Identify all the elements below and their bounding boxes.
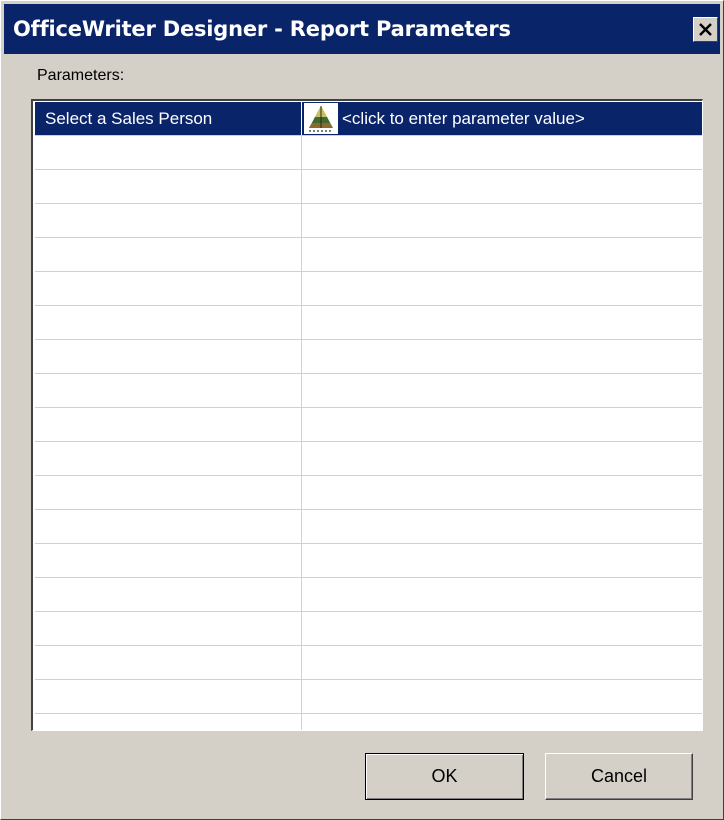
pyramid-parameter-icon[interactable]	[304, 103, 338, 134]
parameter-name-cell[interactable]	[35, 612, 302, 645]
empty-parameter-row[interactable]	[35, 612, 702, 646]
empty-parameter-row[interactable]	[35, 306, 702, 340]
empty-parameter-row[interactable]	[35, 238, 702, 272]
parameter-value-cell[interactable]	[302, 340, 702, 373]
parameter-name-cell[interactable]	[35, 306, 302, 339]
parameter-name-cell[interactable]	[35, 408, 302, 441]
parameter-value-cell[interactable]	[302, 612, 702, 645]
parameter-name-cell[interactable]	[35, 510, 302, 543]
parameter-value: <click to enter parameter value>	[342, 109, 585, 128]
close-icon	[699, 23, 712, 36]
parameter-name-cell[interactable]	[35, 442, 302, 475]
parameter-name-cell[interactable]	[35, 204, 302, 237]
parameter-name-cell[interactable]	[35, 238, 302, 271]
parameter-value-cell[interactable]	[302, 204, 702, 237]
empty-parameter-row[interactable]	[35, 374, 702, 408]
report-parameters-dialog: OfficeWriter Designer - Report Parameter…	[0, 0, 724, 820]
parameter-value-cell[interactable]	[302, 374, 702, 407]
parameter-value-cell[interactable]	[302, 408, 702, 441]
empty-parameter-row[interactable]	[35, 340, 702, 374]
parameter-value-cell[interactable]	[302, 442, 702, 475]
parameter-value-cell[interactable]	[302, 136, 702, 169]
empty-parameter-row[interactable]	[35, 510, 702, 544]
parameter-value-cell[interactable]	[302, 646, 702, 679]
parameter-name-cell[interactable]	[35, 646, 302, 679]
empty-parameter-row[interactable]	[35, 476, 702, 510]
parameter-value-cell[interactable]	[302, 714, 702, 730]
parameter-value-cell[interactable]	[302, 578, 702, 611]
parameter-value-cell[interactable]	[302, 170, 702, 203]
empty-parameter-row[interactable]	[35, 204, 702, 238]
parameter-value-cell[interactable]	[302, 238, 702, 271]
parameter-name: Select a Sales Person	[45, 109, 213, 128]
empty-parameter-row[interactable]	[35, 170, 702, 204]
empty-parameter-row[interactable]	[35, 646, 702, 680]
empty-parameter-row[interactable]	[35, 136, 702, 170]
parameter-value-cell[interactable]: <click to enter parameter value>	[302, 102, 702, 135]
parameters-grid[interactable]: Select a Sales Person <click to enter pa…	[31, 99, 703, 731]
empty-parameter-row[interactable]	[35, 544, 702, 578]
empty-parameter-row[interactable]	[35, 714, 702, 730]
empty-parameter-row[interactable]	[35, 272, 702, 306]
empty-parameter-row[interactable]	[35, 442, 702, 476]
parameter-value-cell[interactable]	[302, 306, 702, 339]
parameter-name-cell[interactable]	[35, 374, 302, 407]
parameter-name-cell[interactable]	[35, 136, 302, 169]
cancel-button[interactable]: Cancel	[545, 753, 693, 800]
parameters-label: Parameters:	[37, 67, 125, 84]
parameter-name-cell[interactable]	[35, 340, 302, 373]
parameter-value-cell[interactable]	[302, 680, 702, 713]
parameter-name-cell[interactable]	[35, 714, 302, 730]
window-title: OfficeWriter Designer - Report Parameter…	[13, 17, 511, 41]
title-bar[interactable]: OfficeWriter Designer - Report Parameter…	[4, 4, 720, 54]
empty-parameter-row[interactable]	[35, 408, 702, 442]
parameter-row[interactable]: Select a Sales Person <click to enter pa…	[35, 102, 702, 136]
parameter-name-cell[interactable]	[35, 680, 302, 713]
parameter-name-cell[interactable]	[35, 476, 302, 509]
parameter-value-cell[interactable]	[302, 544, 702, 577]
parameters-grid-rows: Select a Sales Person <click to enter pa…	[35, 102, 702, 730]
empty-parameter-row[interactable]	[35, 680, 702, 714]
parameter-name-cell[interactable]	[35, 578, 302, 611]
parameter-name-cell[interactable]	[35, 272, 302, 305]
close-button[interactable]	[693, 17, 718, 42]
parameter-name-cell[interactable]	[35, 544, 302, 577]
parameter-value-cell[interactable]	[302, 476, 702, 509]
parameter-value-cell[interactable]	[302, 510, 702, 543]
parameter-value-cell[interactable]	[302, 272, 702, 305]
empty-parameter-row[interactable]	[35, 578, 702, 612]
parameter-name-cell[interactable]	[35, 170, 302, 203]
parameter-name-cell[interactable]: Select a Sales Person	[35, 102, 302, 135]
ok-button[interactable]: OK	[365, 753, 524, 800]
